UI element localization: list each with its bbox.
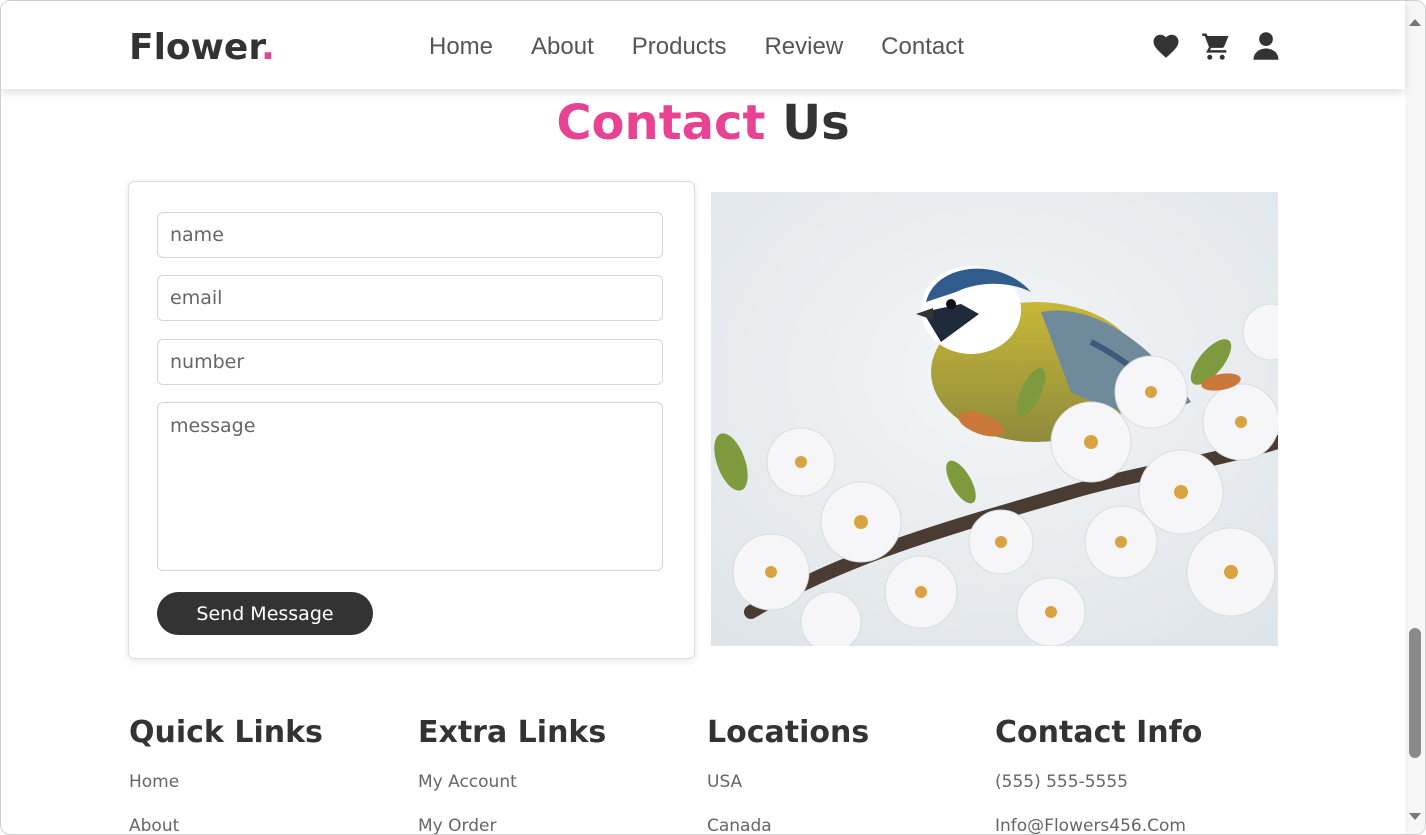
number-input[interactable]: [157, 339, 663, 385]
message-textarea[interactable]: [157, 402, 663, 571]
heading-accent: Contact: [556, 95, 766, 151]
nav-link-about[interactable]: About: [531, 31, 594, 63]
footer-heading-contact-info: Contact Info: [995, 715, 1203, 750]
footer-link-canada[interactable]: Canada: [707, 816, 987, 834]
nav-link-review[interactable]: Review: [764, 31, 843, 63]
footer-link-usa[interactable]: USA: [707, 772, 987, 792]
footer-link-my-account[interactable]: My Account: [418, 772, 698, 792]
logo-text: Flower: [129, 27, 261, 68]
footer-phone[interactable]: (555) 555-5555: [995, 772, 1275, 792]
header-icons: [1149, 29, 1299, 63]
user-icon[interactable]: [1249, 29, 1283, 63]
nav-link-home[interactable]: Home: [429, 31, 493, 63]
footer-locations: Locations USA Canada: [707, 715, 987, 834]
name-input[interactable]: [157, 212, 663, 258]
scroll-up-arrow-icon[interactable]: [1409, 19, 1421, 26]
footer-link-about[interactable]: About: [129, 816, 409, 834]
footer-heading-extra-links: Extra Links: [418, 715, 607, 750]
cart-icon[interactable]: [1199, 29, 1233, 63]
main-nav: Home About Products Review Contact: [429, 31, 1002, 63]
footer-heading-quick-links: Quick Links: [129, 715, 323, 750]
nav-link-contact[interactable]: Contact: [881, 31, 964, 63]
heart-icon[interactable]: [1149, 29, 1183, 63]
browser-viewport: Flower. Home About Products Review Conta…: [0, 0, 1426, 835]
heading-rest: Us: [782, 95, 850, 151]
scrollbar-thumb[interactable]: [1409, 628, 1421, 758]
footer-extra-links: Extra Links My Account My Order: [418, 715, 698, 834]
footer-heading-locations: Locations: [707, 715, 870, 750]
scroll-down-arrow-icon[interactable]: [1409, 813, 1421, 820]
footer-email[interactable]: Info@Flowers456.Com: [995, 816, 1275, 834]
contact-heading: Contact Us: [1, 95, 1405, 151]
nav-link-products[interactable]: Products: [632, 31, 727, 63]
logo[interactable]: Flower.: [129, 26, 275, 70]
footer-link-my-order[interactable]: My Order: [418, 816, 698, 834]
site-header: Flower. Home About Products Review Conta…: [1, 1, 1405, 89]
send-message-button[interactable]: Send Message: [157, 592, 373, 635]
footer-quick-links: Quick Links Home About: [129, 715, 409, 834]
contact-form: Send Message: [128, 181, 695, 659]
logo-dot: .: [260, 27, 275, 68]
footer-contact-info: Contact Info (555) 555-5555 Info@Flowers…: [995, 715, 1275, 834]
email-input[interactable]: [157, 275, 663, 321]
bird-on-blossom-image: [711, 192, 1278, 646]
footer-link-home[interactable]: Home: [129, 772, 409, 792]
